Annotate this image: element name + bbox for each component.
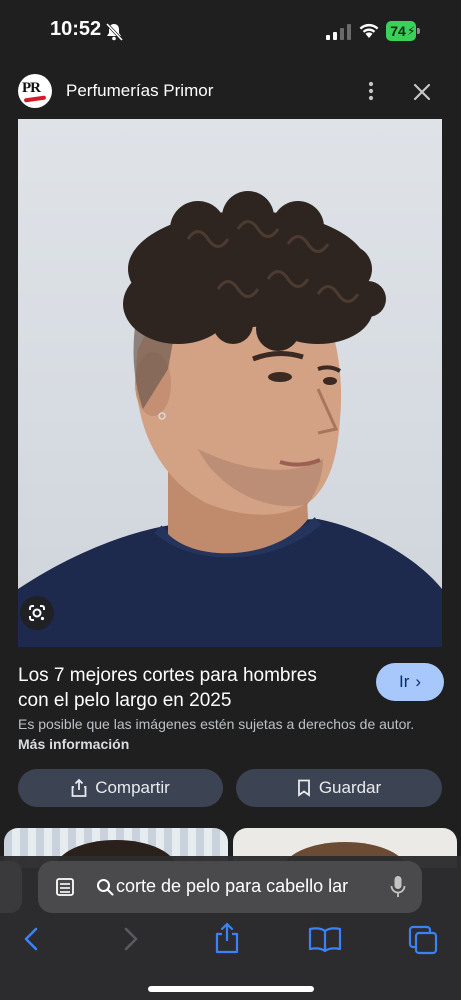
more-info-link[interactable]: Más información — [18, 736, 129, 752]
address-text[interactable]: corte de pelo para cabello lar — [116, 876, 376, 897]
home-indicator — [148, 986, 314, 992]
bookmarks-icon[interactable] — [308, 926, 342, 952]
signal-icon — [326, 24, 351, 40]
wifi-icon — [359, 23, 379, 38]
site-logo-text: PR — [22, 80, 41, 96]
previous-tab-card[interactable] — [0, 861, 22, 913]
close-icon[interactable] — [410, 80, 434, 104]
copyright-notice: Es posible que las imágenes estén sujeta… — [18, 714, 418, 754]
forward-icon[interactable] — [122, 927, 140, 951]
save-button[interactable]: Guardar — [236, 769, 442, 807]
tabs-icon[interactable] — [408, 925, 438, 955]
more-vertical-icon[interactable] — [362, 80, 380, 102]
go-button[interactable]: Ir › — [376, 663, 444, 701]
share-button-label: Compartir — [95, 778, 170, 797]
copyright-text: Es posible que las imágenes estén sujeta… — [18, 716, 415, 732]
site-name[interactable]: Perfumerías Primor — [66, 81, 213, 101]
portrait-illustration — [18, 191, 442, 647]
status-time: 10:52 — [50, 18, 102, 40]
bookmark-icon — [297, 779, 310, 797]
chevron-right-icon: › — [415, 672, 422, 691]
reader-icon[interactable] — [54, 876, 76, 898]
result-image[interactable] — [18, 119, 442, 647]
share-icon — [71, 779, 87, 797]
search-icon — [97, 879, 114, 896]
google-lens-button[interactable] — [20, 596, 54, 630]
google-lens-icon — [29, 605, 45, 621]
share-icon[interactable] — [214, 922, 240, 954]
go-button-label: Ir — [398, 672, 410, 691]
battery-charging-icon: 74 ⚡ — [386, 21, 420, 41]
result-title[interactable]: Los 7 mejores cortes para hombres con el… — [18, 663, 348, 713]
share-button[interactable]: Compartir — [18, 769, 223, 807]
site-logo[interactable]: PR — [18, 74, 52, 108]
save-button-label: Guardar — [318, 778, 382, 797]
back-icon[interactable] — [22, 927, 40, 951]
mic-icon[interactable] — [390, 875, 406, 899]
mute-bell-icon — [105, 22, 124, 42]
battery-level: 74 — [390, 23, 406, 39]
